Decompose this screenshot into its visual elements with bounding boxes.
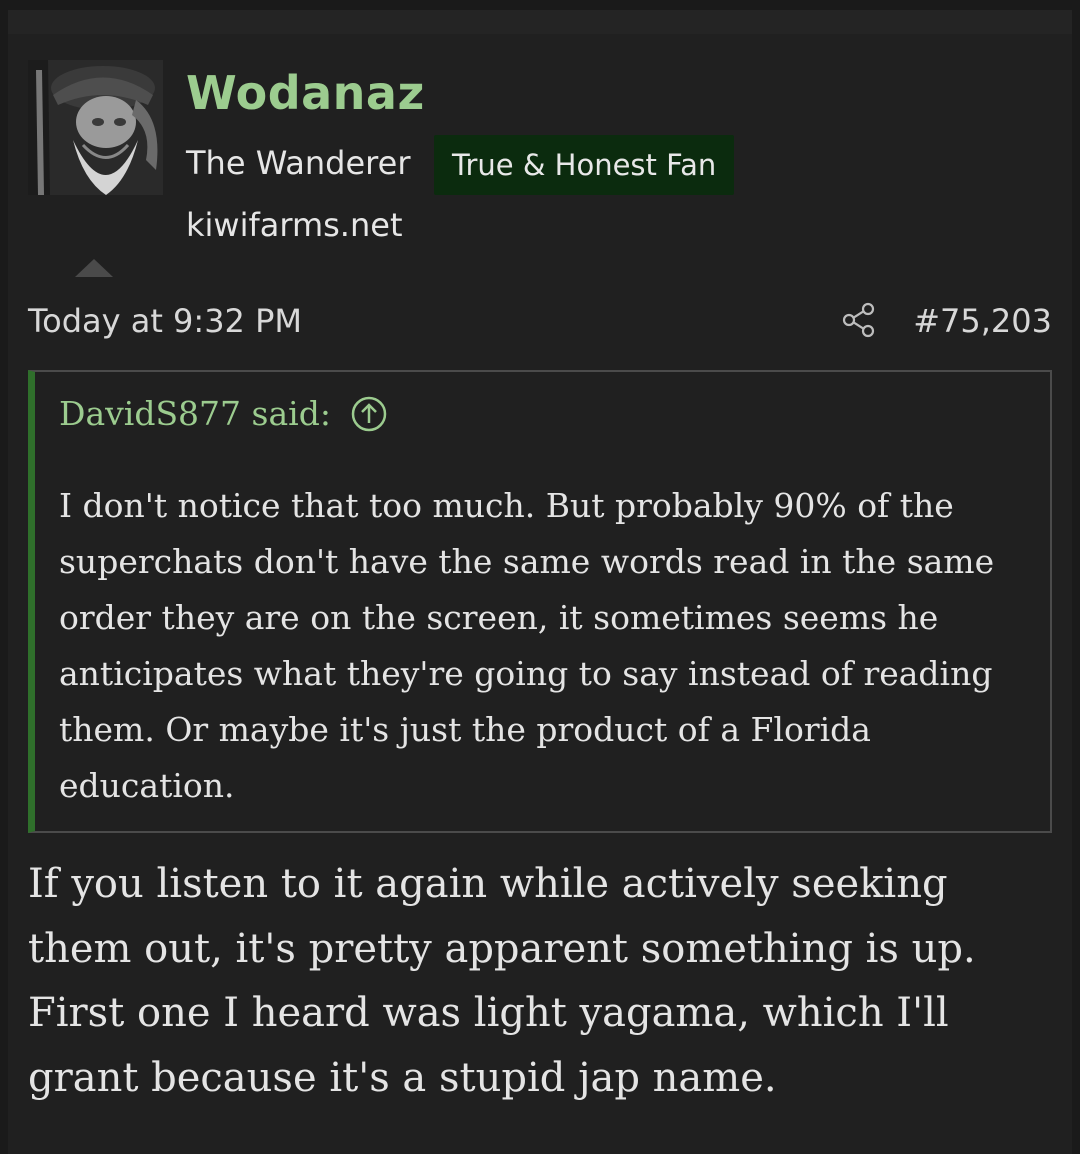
caret-up-icon: [75, 259, 113, 277]
quote-author[interactable]: DavidS877 said:: [59, 394, 331, 433]
quote-block: DavidS877 said: I don't notice that too …: [28, 370, 1052, 833]
post-date[interactable]: Today at 9:32 PM: [28, 302, 302, 340]
avatar[interactable]: [28, 60, 163, 195]
username[interactable]: Wodanaz: [186, 66, 425, 120]
user-banner: True & Honest Fan: [434, 135, 735, 195]
user-title: The Wanderer: [186, 144, 411, 182]
share-icon[interactable]: [842, 302, 876, 338]
post-body-text: If you listen to it again while actively…: [28, 861, 976, 1101]
quote-attribution[interactable]: DavidS877 said:: [59, 394, 387, 433]
user-site: kiwifarms.net: [186, 206, 403, 244]
post-number[interactable]: #75,203: [913, 302, 1052, 340]
arrow-up-circle-icon[interactable]: [351, 396, 387, 432]
quote-text: I don't notice that too much. But probab…: [59, 486, 995, 805]
